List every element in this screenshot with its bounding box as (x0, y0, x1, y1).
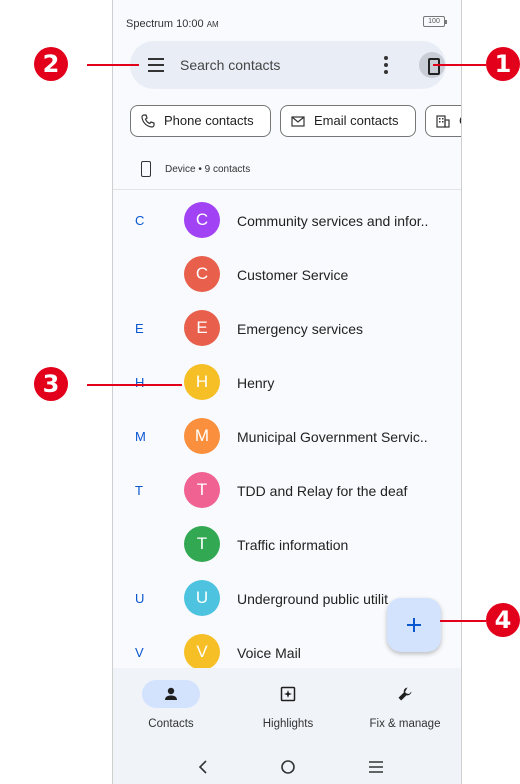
contact-row[interactable]: E E Emergency services (113, 304, 461, 358)
callout-line-2 (87, 64, 139, 66)
avatar: C (184, 202, 220, 238)
nav-highlights[interactable]: Highlights (230, 668, 346, 750)
section-letter: T (135, 483, 143, 498)
highlights-icon (280, 686, 296, 702)
contact-row[interactable]: C C Community services and infor.. (113, 196, 461, 250)
nav-fix-manage[interactable]: Fix & manage (347, 668, 461, 750)
section-letter: M (135, 429, 146, 444)
callout-1: 1 (486, 47, 520, 81)
contact-name: Emergency services (237, 321, 364, 337)
contact-row[interactable]: C Customer Service (113, 250, 461, 304)
building-icon (436, 115, 450, 128)
avatar: C (184, 256, 220, 292)
chip-label: Email contacts (314, 113, 399, 128)
nav-label: Fix & manage (369, 718, 441, 730)
wrench-icon (398, 687, 412, 701)
nav-label: Highlights (262, 718, 314, 730)
search-bar[interactable]: Search contacts (130, 41, 446, 89)
battery-icon: 100 (423, 16, 447, 27)
company-chip[interactable]: C (425, 105, 461, 137)
carrier-time: Spectrum 10:00 AM (126, 18, 219, 30)
section-letter: E (135, 321, 144, 336)
more-vert-icon[interactable] (383, 55, 389, 75)
contact-row[interactable]: T T TDD and Relay for the deaf (113, 466, 461, 520)
chip-label: Phone contacts (164, 113, 254, 128)
filter-chips: Phone contacts Email contacts C (130, 105, 461, 137)
section-letter: H (135, 375, 145, 390)
callout-3: 3 (34, 367, 68, 401)
account-row[interactable]: Device • 9 contacts (113, 150, 461, 190)
status-bar: Spectrum 10:00 AM 100 (113, 0, 461, 34)
phone-icon (141, 114, 155, 128)
avatar: M (184, 418, 220, 454)
person-icon (165, 687, 177, 700)
recents-icon[interactable] (364, 756, 388, 778)
home-icon[interactable] (276, 756, 300, 778)
chip-label: C (459, 106, 461, 136)
email-contacts-chip[interactable]: Email contacts (280, 105, 416, 137)
contact-name: Traffic information (237, 537, 349, 553)
callout-2: 2 (34, 47, 68, 81)
section-letter: C (135, 213, 145, 228)
callout-line-3 (87, 384, 182, 386)
contact-name: Henry (237, 375, 275, 391)
hamburger-icon[interactable] (148, 58, 164, 72)
avatar: H (184, 364, 220, 400)
back-icon[interactable] (192, 756, 216, 778)
system-nav-bar (113, 750, 461, 784)
section-letter: V (135, 645, 144, 660)
contact-row[interactable]: M M Municipal Government Servic.. (113, 412, 461, 466)
avatar: E (184, 310, 220, 346)
contact-name: Customer Service (237, 267, 349, 283)
contact-name: Underground public utilit (237, 591, 388, 607)
callout-4: 4 (486, 603, 520, 637)
callout-line-1 (433, 64, 486, 66)
section-letter: U (135, 591, 145, 606)
avatar: V (184, 634, 220, 670)
avatar: U (184, 580, 220, 616)
search-input[interactable]: Search contacts (180, 57, 280, 73)
contact-name: Voice Mail (237, 645, 301, 661)
phone-contacts-chip[interactable]: Phone contacts (130, 105, 271, 137)
contact-name: TDD and Relay for the deaf (237, 483, 408, 499)
bottom-nav: Contacts Highlights Fix & manage (113, 668, 461, 750)
contact-row[interactable]: T Traffic information (113, 520, 461, 574)
avatar: T (184, 526, 220, 562)
nav-contacts[interactable]: Contacts (113, 668, 229, 750)
contact-name: Municipal Government Servic.. (237, 429, 428, 445)
account-label: Device • 9 contacts (165, 164, 251, 175)
add-contact-button[interactable] (387, 598, 441, 652)
device-icon (141, 161, 151, 177)
contact-name: Community services and infor.. (237, 213, 429, 229)
phone-screen: Spectrum 10:00 AM 100 Search contacts Ph… (112, 0, 462, 784)
mail-icon (291, 116, 305, 127)
callout-line-4 (440, 620, 486, 622)
avatar: T (184, 472, 220, 508)
nav-label: Contacts (148, 718, 194, 730)
